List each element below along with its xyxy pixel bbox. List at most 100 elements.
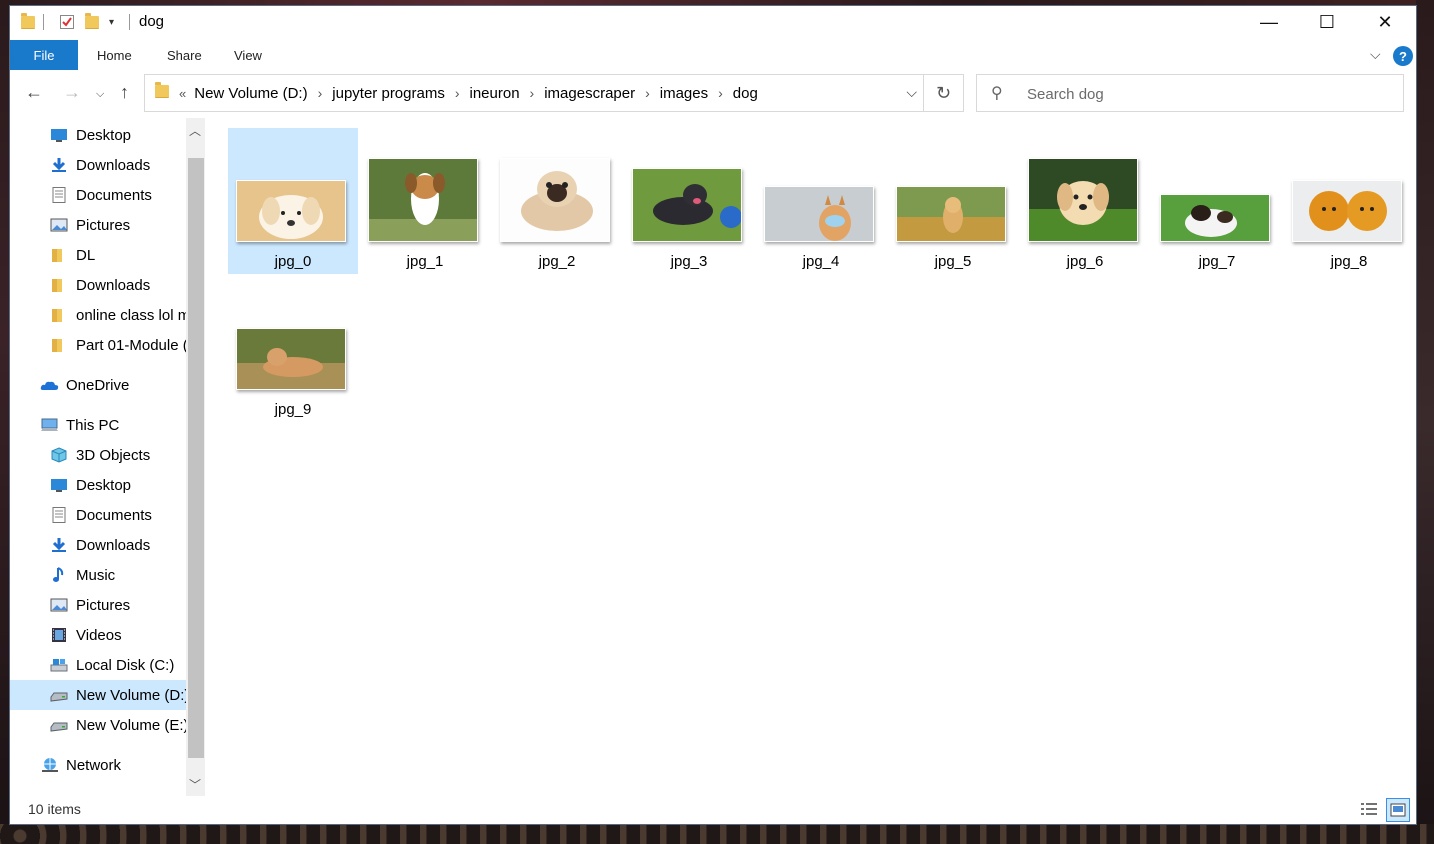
search-input[interactable] xyxy=(1025,82,1389,106)
expand-ribbon-icon[interactable]: ⌵ xyxy=(1370,46,1381,63)
help-icon[interactable]: ? xyxy=(1393,46,1413,66)
maximize-button[interactable]: ☐ xyxy=(1298,6,1356,38)
downloads-icon xyxy=(50,537,68,553)
breadcrumb-item[interactable]: images xyxy=(660,85,708,102)
details-view-icon[interactable] xyxy=(1358,798,1380,820)
network-icon xyxy=(40,757,58,773)
nav-item-desktop[interactable]: Desktop 📌︎ xyxy=(50,120,131,150)
refresh-icon: ↻ xyxy=(935,82,952,103)
breadcrumb-item[interactable]: dog xyxy=(733,85,758,102)
file-item[interactable]: jpg_6 xyxy=(1020,128,1150,274)
chevron-right-icon[interactable]: › xyxy=(718,85,723,101)
refresh-button[interactable]: ↻ xyxy=(924,74,964,112)
breadcrumb-item[interactable]: imagescraper xyxy=(544,85,635,102)
file-item[interactable]: jpg_4 xyxy=(756,128,886,274)
scroll-thumb[interactable] xyxy=(188,158,204,758)
chevron-right-icon[interactable]: › xyxy=(455,85,460,101)
nav-item-pc-desktop[interactable]: Desktop xyxy=(50,470,131,500)
tab-file[interactable]: File xyxy=(10,40,78,70)
3d-objects-icon xyxy=(50,447,68,463)
window-title: dog xyxy=(139,13,165,30)
nav-item-label: New Volume (E:) xyxy=(76,716,189,734)
nav-item-label: Documents xyxy=(76,186,152,204)
nav-item-onedrive[interactable]: OneDrive xyxy=(40,370,129,400)
image-thumbnail xyxy=(764,186,874,242)
local-disk-icon xyxy=(50,657,68,673)
folder-icon xyxy=(21,12,35,31)
up-button[interactable]: ↑ xyxy=(120,82,129,103)
folder-icon xyxy=(50,307,68,323)
breadcrumb-item[interactable]: New Volume (D:) xyxy=(194,85,307,102)
image-thumbnail xyxy=(236,328,346,390)
nav-item-pc-pictures[interactable]: Pictures xyxy=(50,590,130,620)
breadcrumb-overflow[interactable]: « xyxy=(179,86,186,101)
nav-item-3d-objects[interactable]: 3D Objects xyxy=(50,440,150,470)
nav-item-label: Desktop xyxy=(76,126,132,144)
file-name: jpg_8 xyxy=(1330,253,1368,270)
breadcrumb-item[interactable]: ineuron xyxy=(470,85,520,102)
nav-item-network[interactable]: Network xyxy=(40,750,121,780)
nav-item-label: Pictures xyxy=(76,216,131,234)
breadcrumb-item[interactable]: jupyter programs xyxy=(332,85,445,102)
nav-item-dl[interactable]: DL xyxy=(50,240,95,270)
nav-item-videos[interactable]: Videos xyxy=(50,620,122,650)
minimize-button[interactable]: — xyxy=(1240,6,1298,38)
nav-item-local-disk-c[interactable]: Local Disk (C:) xyxy=(50,650,174,680)
item-count: 10 items xyxy=(28,801,81,817)
nav-item-part-01-module[interactable]: Part 01-Module ( xyxy=(50,330,188,360)
nav-item-downloads-folder[interactable]: Downloads xyxy=(50,270,150,300)
nav-item-label: Desktop xyxy=(76,476,132,494)
nav-item-new-volume-d[interactable]: New Volume (D:) xyxy=(10,680,189,710)
properties-icon[interactable] xyxy=(59,13,75,31)
chevron-right-icon[interactable]: › xyxy=(530,85,535,101)
nav-scrollbar[interactable]: ︿ ﹀ xyxy=(186,118,205,796)
onedrive-icon xyxy=(40,377,59,393)
nav-item-online-class[interactable]: online class lol m xyxy=(50,300,190,330)
desktop-backdrop-bottom xyxy=(0,824,1434,844)
file-item[interactable]: jpg_7 xyxy=(1152,128,1282,274)
file-item[interactable]: jpg_3 xyxy=(624,128,754,274)
nav-item-documents[interactable]: Documents 📌︎ xyxy=(50,180,152,210)
image-thumbnail xyxy=(368,158,478,242)
nav-item-pc-downloads[interactable]: Downloads xyxy=(50,530,150,560)
file-item[interactable]: jpg_1 xyxy=(360,128,490,274)
nav-item-pictures[interactable]: Pictures 📌︎ xyxy=(50,210,130,240)
folder-icon xyxy=(50,277,68,293)
file-item[interactable]: jpg_8 xyxy=(1284,128,1414,274)
customize-toolbar-icon[interactable]: ▾ xyxy=(109,13,114,31)
file-item[interactable]: jpg_0 xyxy=(228,128,358,274)
file-item[interactable]: jpg_9 xyxy=(228,276,358,422)
drive-icon xyxy=(50,687,68,703)
image-thumbnail xyxy=(632,168,742,242)
nav-item-label: Downloads xyxy=(76,276,151,294)
nav-item-downloads[interactable]: Downloads 📌︎ xyxy=(50,150,150,180)
tab-home[interactable]: Home xyxy=(97,48,132,63)
address-bar[interactable]: « New Volume (D:) › jupyter programs › ine… xyxy=(144,74,924,112)
close-button[interactable]: ✕ xyxy=(1356,6,1414,38)
search-box[interactable]: ⚲ xyxy=(976,74,1404,112)
nav-item-label: This PC xyxy=(66,416,120,434)
chevron-right-icon[interactable]: › xyxy=(318,85,323,101)
new-folder-icon[interactable] xyxy=(85,12,99,31)
file-item[interactable]: jpg_2 xyxy=(492,128,622,274)
file-name: jpg_0 xyxy=(274,253,312,270)
downloads-icon xyxy=(50,157,68,173)
nav-item-this-pc[interactable]: This PC xyxy=(40,410,119,440)
forward-button[interactable]: → xyxy=(63,82,81,103)
nav-item-label: 3D Objects xyxy=(76,446,151,464)
nav-item-pc-documents[interactable]: Documents xyxy=(50,500,152,530)
file-item[interactable]: jpg_5 xyxy=(888,128,1018,274)
large-icons-view-icon[interactable] xyxy=(1386,798,1410,822)
recent-locations-button[interactable]: ⌵ xyxy=(96,88,104,101)
nav-item-music[interactable]: Music xyxy=(50,560,115,590)
scroll-up-icon[interactable]: ︿ xyxy=(189,122,201,139)
image-thumbnail xyxy=(896,186,1006,242)
nav-item-new-volume-e[interactable]: New Volume (E:) xyxy=(50,710,189,740)
tab-share[interactable]: Share xyxy=(167,48,202,63)
chevron-right-icon[interactable]: › xyxy=(645,85,650,101)
chevron-down-icon[interactable]: ⌵ xyxy=(906,84,917,101)
pictures-icon xyxy=(50,597,68,613)
scroll-down-icon[interactable]: ﹀ xyxy=(189,776,201,793)
back-button[interactable]: ← xyxy=(25,82,43,103)
tab-view[interactable]: View xyxy=(234,48,262,63)
